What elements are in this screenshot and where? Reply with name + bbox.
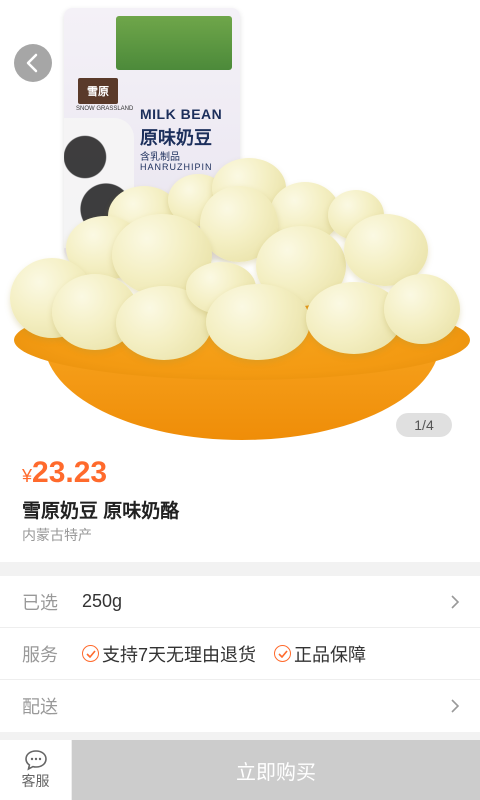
- package-brand-logo: 雪原: [78, 78, 118, 104]
- product-options: 已选 250g 服务 支持7天无理由退货 正品保障 配送: [0, 576, 480, 732]
- chevron-left-icon: [26, 53, 38, 73]
- check-circle-icon: [82, 645, 99, 662]
- delivery-row[interactable]: 配送: [0, 680, 480, 732]
- service-row: 服务 支持7天无理由退货 正品保障: [0, 628, 480, 680]
- service-genuine: 正品保障: [274, 641, 366, 667]
- product-origin: 内蒙古特产: [22, 527, 92, 543]
- customer-service-button[interactable]: 客服: [0, 740, 72, 800]
- delivery-label: 配送: [22, 697, 58, 717]
- status-icons: ••• ◷ ▂▄▆ ▂▄▆ ◠ 49: [335, 6, 474, 20]
- spec-selector-row[interactable]: 已选 250g: [0, 576, 480, 628]
- service-label: 服务: [22, 644, 58, 665]
- check-circle-icon: [274, 645, 292, 662]
- package-title-en: MILK BEAN: [140, 106, 223, 122]
- milk-bean: [384, 274, 460, 344]
- product-title: 雪原奶豆 原味奶酪: [22, 501, 180, 522]
- image-counter: 1/4: [396, 413, 452, 437]
- spec-label: 已选: [22, 592, 58, 613]
- package-brand-sub: SNOW GRASSLAND: [76, 106, 134, 112]
- package-pinyin: HANRUZHIPIN: [140, 162, 213, 172]
- package-title-cn: 原味奶豆: [140, 128, 212, 148]
- buy-now-button[interactable]: 立即购买: [72, 740, 480, 800]
- signal-2-icon: ▂▄▆: [403, 6, 431, 20]
- customer-service-label: 客服: [21, 773, 50, 789]
- service-genuine-text: 正品保障: [294, 644, 367, 665]
- chevron-right-icon: [451, 699, 460, 713]
- product-image-gallery[interactable]: 雪原 SNOW GRASSLAND MILK BEAN 原味奶豆 含乳制品 HA…: [0, 0, 480, 450]
- product-price: ¥23.23: [22, 456, 107, 490]
- product-info-card: ¥23.23 雪原奶豆 原味奶酪 内蒙古特产: [0, 450, 480, 562]
- alarm-icon: ◷: [353, 6, 365, 20]
- wifi-icon: ◠: [436, 6, 447, 20]
- bottom-action-bar: 客服 立即购买: [0, 740, 480, 800]
- service-return: 支持7天无理由退货: [82, 641, 256, 667]
- product-detail-screen: 雪原 SNOW GRASSLAND MILK BEAN 原味奶豆 含乳制品 HA…: [0, 0, 480, 800]
- milk-bean: [206, 284, 310, 360]
- signal-icon: ▂▄▆: [370, 6, 398, 20]
- back-button[interactable]: [14, 44, 52, 82]
- battery-icon: 49: [452, 6, 474, 20]
- price-value: 23.23: [32, 456, 108, 489]
- currency-symbol: ¥: [22, 466, 33, 486]
- package-subtitle: 含乳制品: [140, 152, 180, 163]
- chat-bubble-icon: [24, 750, 47, 771]
- chevron-right-icon: [451, 595, 460, 609]
- status-time: 晚上7:17: [6, 10, 58, 25]
- service-return-text: 支持7天无理由退货: [102, 644, 257, 665]
- spec-value: 250g: [82, 591, 123, 611]
- more-dots-icon: •••: [335, 6, 348, 20]
- status-bar: 晚上7:17 ••• ◷ ▂▄▆ ▂▄▆ ◠ 49: [0, 0, 480, 32]
